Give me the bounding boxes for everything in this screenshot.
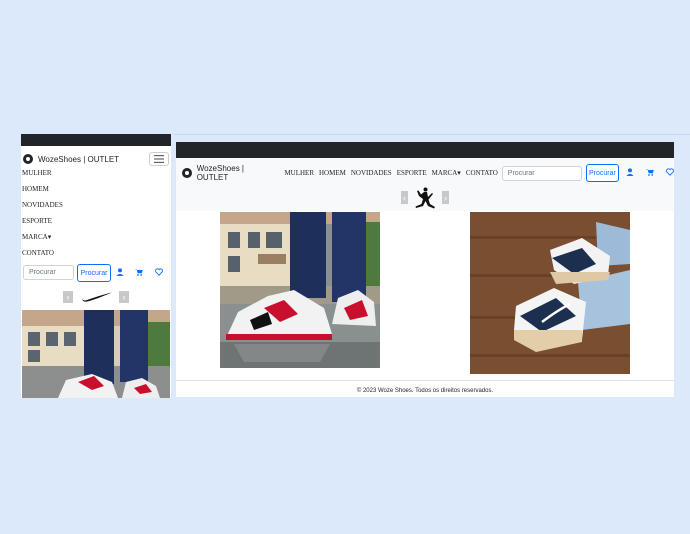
cart-icon[interactable] (135, 268, 143, 278)
search-button[interactable]: Procurar (585, 164, 619, 182)
product-image-1[interactable] (22, 310, 170, 398)
search-placeholder: Procurar (507, 169, 535, 177)
search-button-label: Procurar (80, 269, 108, 277)
brand-logo-link[interactable]: WozeShoes | OUTLET (182, 164, 275, 182)
mobile-nav-list: MULHER HOMEM NOVIDADES ESPORTE MARCA▾ CO… (22, 169, 63, 265)
nav-item-marca-label: MARCA (431, 169, 458, 177)
search-input[interactable]: Procurar (23, 265, 74, 280)
brand-logo-link[interactable]: WozeShoes | OUTLET (23, 154, 119, 164)
carousel-prev-button[interactable]: ‹ (63, 291, 73, 303)
search-input[interactable]: Procurar (501, 165, 582, 181)
nav-item-contato[interactable]: CONTATO (22, 249, 63, 265)
carousel-next-button[interactable]: › (442, 191, 449, 204)
search-button[interactable]: Procurar (77, 264, 111, 282)
brand-logo-icon (23, 154, 33, 164)
jordan-jumpman-logo (415, 187, 435, 209)
nav-item-homem[interactable]: HOMEM (22, 185, 63, 201)
nav-item-esporte[interactable]: ESPORTE (22, 217, 63, 233)
hamburger-menu-icon (154, 155, 164, 163)
search-placeholder: Procurar (29, 269, 56, 276)
carousel-prev-button[interactable]: ‹ (401, 191, 408, 204)
top-bar (176, 142, 674, 158)
nav-item-homem[interactable]: HOMEM (319, 169, 346, 177)
product-image-2[interactable] (470, 212, 630, 374)
nav-item-contato[interactable]: CONTATO (466, 169, 498, 177)
carousel-next-button[interactable]: › (119, 291, 129, 303)
chevron-down-icon: ▾ (47, 233, 52, 241)
chevron-down-icon: ▾ (457, 169, 461, 177)
user-icon[interactable] (116, 268, 124, 278)
user-icon[interactable] (626, 168, 634, 178)
brand-name: WozeShoes | OUTLET (196, 164, 244, 182)
heart-icon[interactable] (666, 168, 674, 178)
footer-copyright: © 2023 Woze Shoes. Todos os direitos res… (356, 388, 494, 394)
search-button-label: Procurar (589, 169, 616, 177)
nav-item-marca[interactable]: MARCA▾ (22, 233, 63, 249)
nav-item-marca[interactable]: MARCA▾ (432, 169, 461, 177)
heart-icon[interactable] (155, 268, 163, 278)
chevron-left-icon: ‹ (403, 192, 406, 203)
chevron-right-icon: › (122, 292, 126, 302)
nav-item-mulher[interactable]: MULHER (22, 169, 63, 185)
nav-item-marca-label: MARCA (22, 233, 48, 241)
nav-item-novidades[interactable]: NOVIDADES (351, 169, 392, 177)
nike-logo (82, 292, 112, 302)
brand-name: WozeShoes | OUTLET (38, 154, 120, 164)
brand-logo-icon (182, 168, 192, 178)
chevron-left-icon: ‹ (66, 292, 70, 302)
nav-item-esporte[interactable]: ESPORTE (397, 169, 427, 177)
top-bar (21, 134, 171, 146)
desktop-frame-outline (174, 134, 690, 135)
nav-item-mulher[interactable]: MULHER (284, 169, 314, 177)
hamburger-menu-button[interactable] (149, 152, 169, 166)
cart-icon[interactable] (646, 168, 654, 178)
footer-divider (176, 380, 674, 381)
product-image-1[interactable] (220, 212, 380, 368)
desktop-preview: WozeShoes | OUTLET MULHER HOMEM NOVIDADE… (176, 142, 674, 397)
nav-item-novidades[interactable]: NOVIDADES (22, 201, 63, 217)
mobile-preview: WozeShoes | OUTLET MULHER HOMEM NOVIDADE… (21, 134, 171, 398)
chevron-right-icon: › (444, 192, 447, 203)
